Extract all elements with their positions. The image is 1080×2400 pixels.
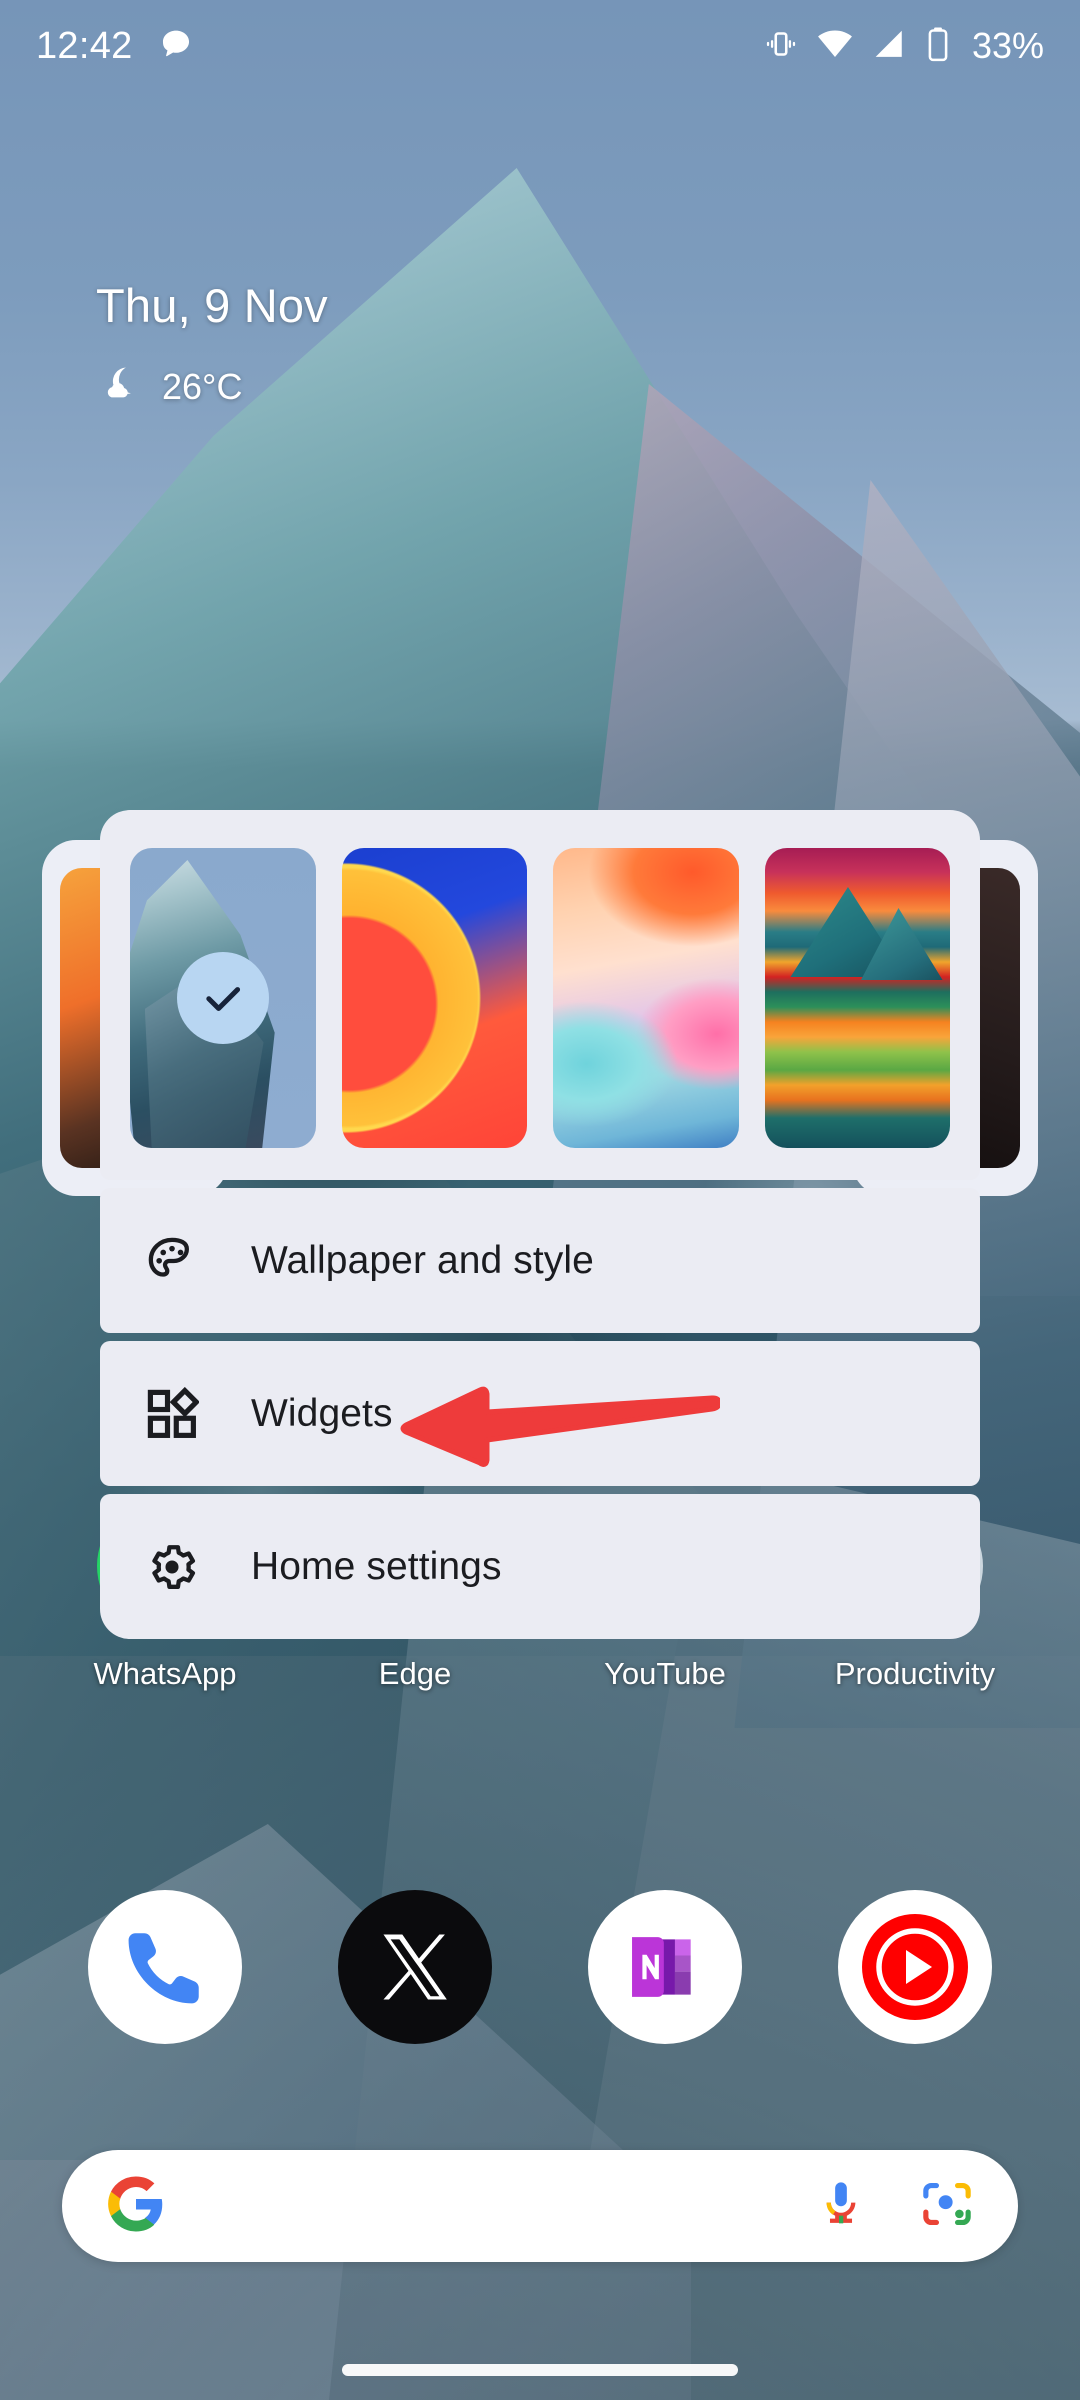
menu-item-label: Widgets [251,1391,393,1435]
youtube-music-icon [838,1890,992,2044]
dock-item-x[interactable] [290,1890,540,2044]
menu-item-wallpaper-and-style[interactable]: Wallpaper and style [100,1188,980,1333]
google-g-icon [106,2174,166,2239]
date-label: Thu, 9 Nov [96,279,328,332]
moon-cloud-icon [96,361,142,412]
dock [0,1890,1080,2044]
menu-item-label: Home settings [251,1544,502,1588]
x-twitter-icon [338,1890,492,2044]
wallpaper-thumbnail-abstract-pastel[interactable] [553,848,739,1148]
dock-item-phone[interactable] [40,1890,290,2044]
phone-icon [88,1890,242,2044]
home-long-press-popup: Wallpaper and style Widgets Home setting… [100,810,980,1639]
menu-item-label: Wallpaper and style [251,1238,594,1282]
wallpaper-thumbnail-crystal[interactable] [130,848,316,1148]
menu-item-home-settings[interactable]: Home settings [100,1494,980,1639]
home-gesture-pill[interactable] [342,2364,738,2376]
wallpaper-thumbnail-mountain[interactable] [764,848,950,1148]
app-label: Edge [378,1656,452,1691]
onenote-icon [588,1890,742,2044]
status-bar-clock: 12:42 [36,24,133,67]
app-label: Productivity [834,1656,996,1691]
gear-icon [144,1539,200,1595]
vibrate-icon [763,26,799,67]
signal-icon [871,26,907,67]
date-weather-widget[interactable]: Thu, 9 Nov 26°C [96,282,328,412]
microphone-icon[interactable] [814,2177,868,2236]
wifi-icon [816,25,854,68]
palette-icon [144,1233,200,1289]
widgets-icon [144,1386,200,1442]
battery-icon [924,26,952,67]
chat-bubble-icon [159,27,193,66]
dock-item-youtube-music[interactable] [790,1890,1040,2044]
status-bar: 12:42 33% [0,0,1080,92]
battery-percent-label: 33% [971,25,1044,66]
google-lens-icon[interactable] [920,2177,974,2236]
app-label: WhatsApp [93,1656,237,1691]
android-home-screen: 12:42 33% Thu, 9 Nov 26°C WhatsApp Edge … [0,0,1080,2400]
wallpaper-picker-card [100,810,980,1180]
google-search-bar[interactable] [62,2150,1018,2262]
check-icon [176,952,269,1044]
app-label: YouTube [604,1656,726,1691]
wallpaper-thumbnail-abstract-warm[interactable] [341,848,527,1148]
menu-item-widgets[interactable]: Widgets [100,1341,980,1486]
temperature-label: 26°C [162,365,243,407]
dock-item-onenote[interactable] [540,1890,790,2044]
wallpaper-thumbnail-strip [130,848,950,1148]
